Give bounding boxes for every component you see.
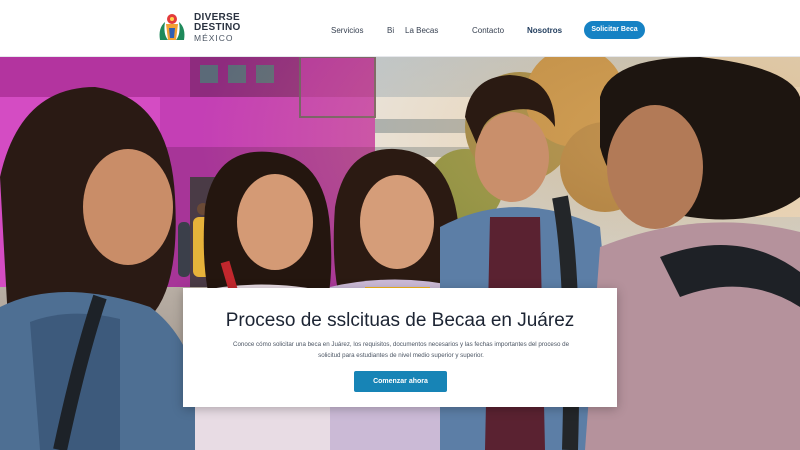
hero-description: Conoce cómo solicitar una beca en Juárez… <box>232 341 570 359</box>
brand-wordmark: DIVERSE DESTINO MÉXICO <box>194 13 241 44</box>
brand-line-2: DESTINO <box>194 22 241 33</box>
nav-link-becas[interactable]: La Becas <box>405 26 438 35</box>
hero-start-button[interactable]: Comenzar ahora <box>354 371 447 392</box>
nav-link-servicios[interactable]: Servicios <box>331 26 363 35</box>
brand-line-3: MÉXICO <box>194 33 234 43</box>
nav-link-contacto[interactable]: Contacto <box>472 26 504 35</box>
hero-title: Proceso de sslcituas de Becaa en Juárez <box>225 310 575 331</box>
nav-link-nosotros[interactable]: Nosotros <box>527 26 562 35</box>
nav-link-bi[interactable]: Bi <box>387 26 394 35</box>
header-cta-button[interactable]: Solicitar Beca <box>584 21 645 39</box>
brand-logo[interactable]: DIVERSE DESTINO MÉXICO <box>156 10 256 48</box>
site-header: DIVERSE DESTINO MÉXICO Servicios Bi La B… <box>0 0 800 57</box>
brand-emblem-icon <box>159 14 185 40</box>
hero-card: Proceso de sslcituas de Becaa en Juárez … <box>183 288 617 407</box>
